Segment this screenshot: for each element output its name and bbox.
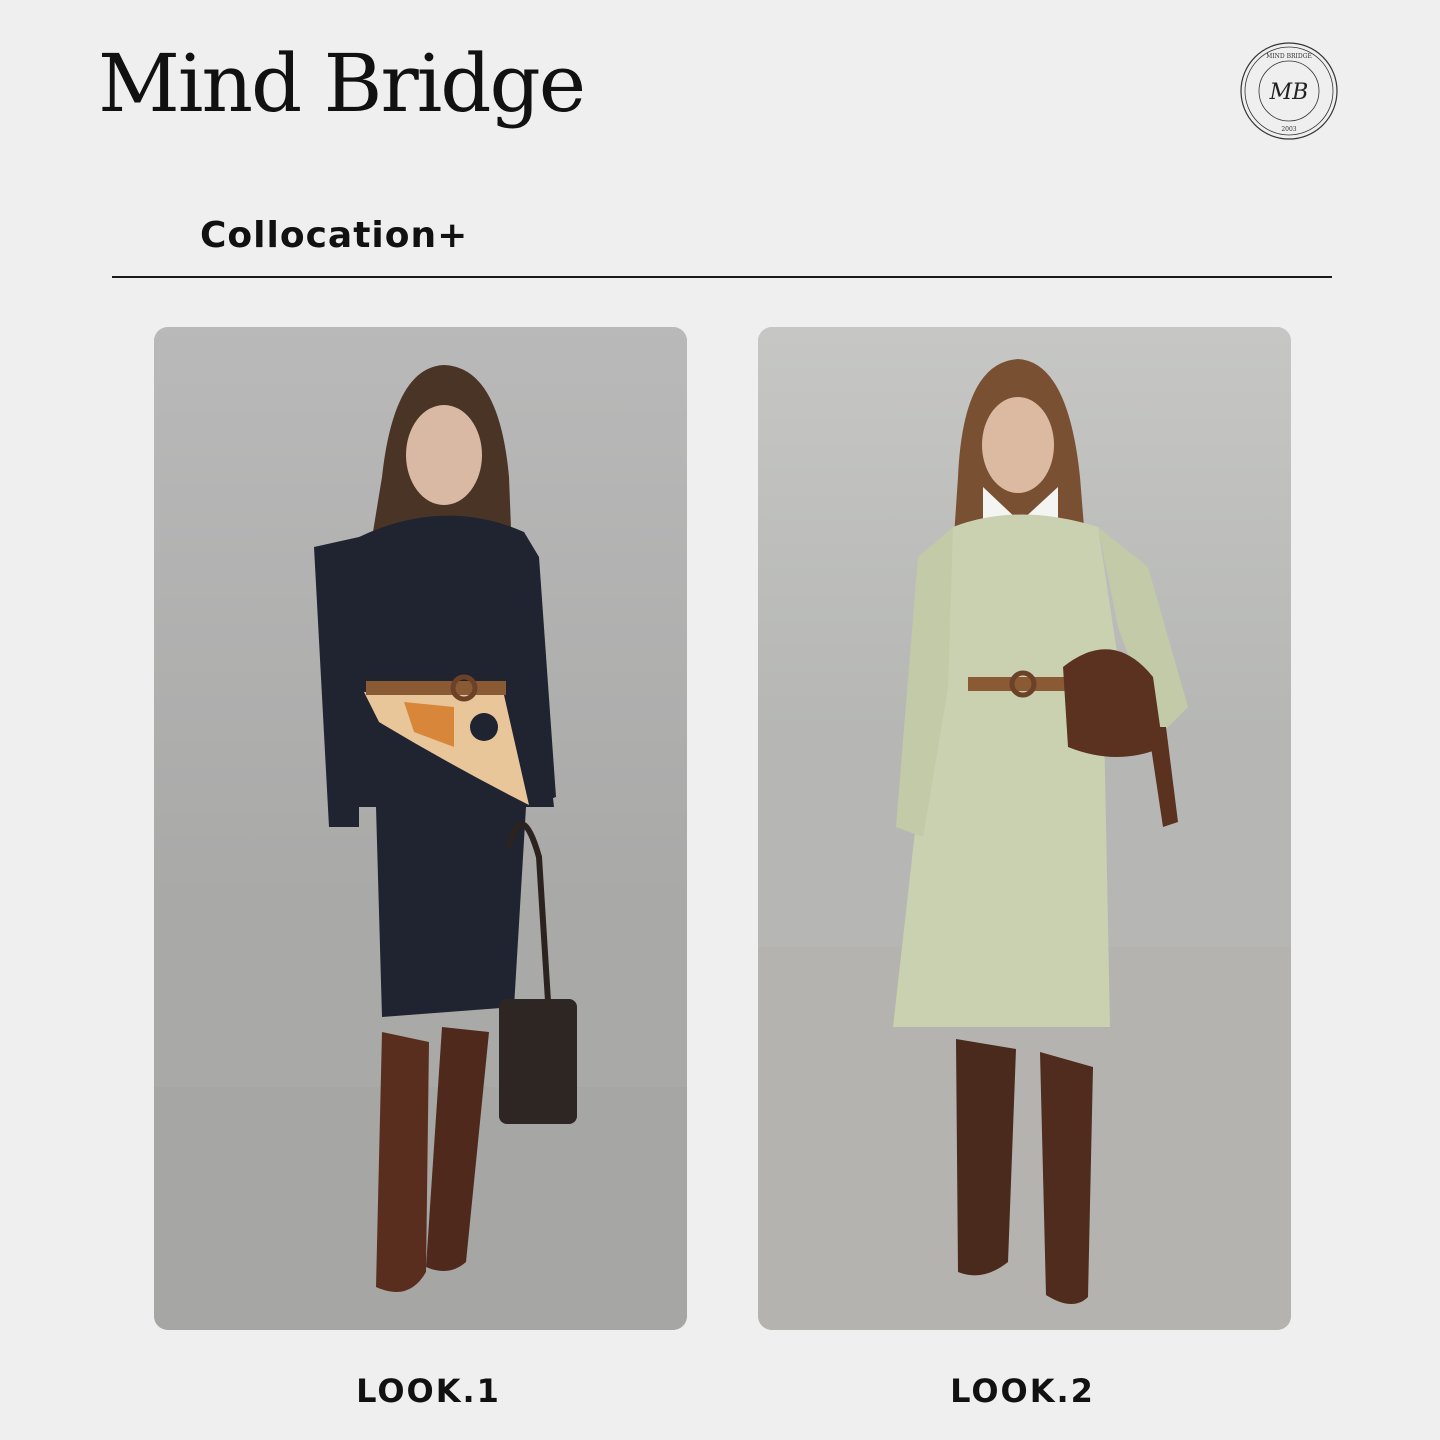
brand-logo-text: Mind Bridge [98,37,586,130]
look-1-label: LOOK.1 [356,1372,501,1410]
seal-monogram: MB [1269,80,1309,105]
look-2-label: LOOK.2 [950,1372,1095,1410]
look-2-photo [758,327,1291,1330]
seal-year: 2003 [1281,126,1296,133]
look-1-photo [154,327,687,1330]
section-divider [112,276,1332,278]
seal-text: MIND BRIDGE [1266,53,1312,60]
brand-seal-icon: MIND BRIDGE 2003 MB [1240,42,1338,140]
look-1-model-image [154,327,687,1330]
section-title: Collocation+ [200,215,469,256]
look-2-model-image [758,327,1291,1330]
